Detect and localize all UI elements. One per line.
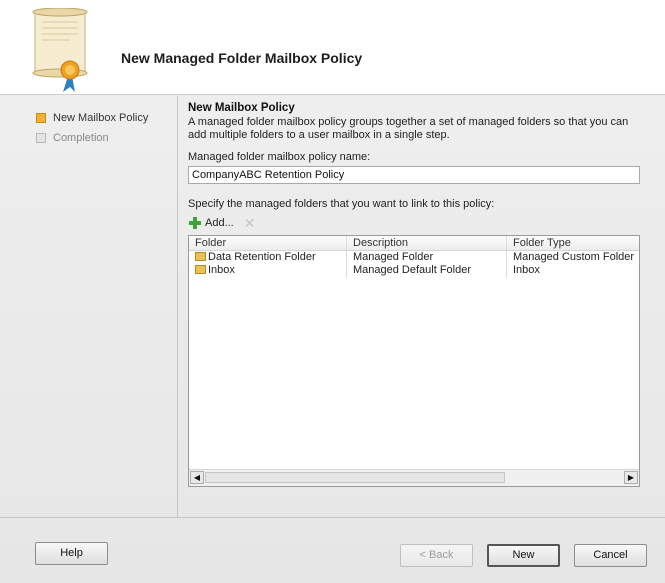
- description-line: add multiple folders to a user mailbox i…: [188, 128, 450, 141]
- main-content: New Mailbox Policy A managed folder mail…: [188, 100, 648, 487]
- folder-icon: [195, 252, 206, 261]
- folder-cell: Inbox: [189, 264, 347, 277]
- nav-item-new-mailbox-policy[interactable]: New Mailbox Policy: [36, 108, 176, 128]
- nav-item-label: Completion: [53, 132, 109, 144]
- policy-scroll-icon: [32, 8, 88, 92]
- delete-x-icon[interactable]: ✕: [244, 215, 256, 232]
- active-step-icon: [36, 113, 46, 123]
- policy-name-label: Managed folder mailbox policy name:: [188, 151, 371, 163]
- scroll-right-icon[interactable]: ▶: [624, 471, 638, 484]
- nav-item-label: New Mailbox Policy: [53, 112, 149, 124]
- policy-name-input[interactable]: CompanyABC Retention Policy: [188, 166, 640, 184]
- description-cell: Managed Folder: [347, 251, 507, 264]
- inbox-folder-icon: [195, 265, 206, 274]
- green-plus-icon: [189, 217, 201, 229]
- wizard-title: New Managed Folder Mailbox Policy: [121, 50, 363, 66]
- column-header-folder[interactable]: Folder: [189, 236, 347, 250]
- wizard-header: New Managed Folder Mailbox Policy: [0, 0, 665, 95]
- help-button[interactable]: Help: [35, 542, 108, 565]
- folders-grid[interactable]: Folder Description Folder Type Data Rete…: [188, 235, 640, 487]
- folder-type-cell: Managed Custom Folder: [513, 251, 635, 263]
- wizard-nav: New Mailbox Policy Completion: [36, 108, 176, 148]
- description-line: A managed folder mailbox policy groups t…: [188, 116, 629, 128]
- scrollbar-thumb[interactable]: [205, 472, 505, 483]
- add-folder-button[interactable]: Add...: [188, 216, 234, 230]
- add-label: Add...: [205, 217, 234, 229]
- scroll-left-icon[interactable]: ◀: [190, 471, 204, 484]
- folder-name: Inbox: [208, 264, 235, 276]
- wizard-window: New Managed Folder Mailbox Policy New Ma…: [0, 0, 665, 583]
- column-header-description[interactable]: Description: [347, 236, 507, 250]
- footer-divider: [0, 517, 665, 518]
- new-button[interactable]: New: [487, 544, 560, 567]
- folder-type-cell: Inbox: [513, 264, 540, 276]
- nav-item-completion[interactable]: Completion: [36, 128, 176, 148]
- cancel-button[interactable]: Cancel: [574, 544, 647, 567]
- specify-folders-label: Specify the managed folders that you wan…: [188, 198, 495, 210]
- folder-cell: Data Retention Folder: [189, 251, 347, 264]
- folders-toolbar: Add... ✕: [188, 215, 648, 231]
- inactive-step-icon: [36, 133, 46, 143]
- description-cell: Managed Default Folder: [347, 264, 507, 277]
- nav-divider: [177, 96, 178, 518]
- section-title: New Mailbox Policy: [188, 102, 295, 114]
- table-row[interactable]: Data Retention Folder Managed Folder Man…: [189, 251, 639, 264]
- horizontal-scrollbar[interactable]: ◀ ▶: [189, 469, 639, 486]
- folder-name: Data Retention Folder: [208, 251, 316, 263]
- back-button[interactable]: < Back: [400, 544, 473, 567]
- table-row[interactable]: Inbox Managed Default Folder Inbox: [189, 264, 639, 277]
- grid-header: Folder Description Folder Type: [189, 236, 639, 251]
- column-header-folder-type[interactable]: Folder Type: [507, 236, 639, 250]
- section-description: A managed folder mailbox policy groups t…: [188, 116, 648, 141]
